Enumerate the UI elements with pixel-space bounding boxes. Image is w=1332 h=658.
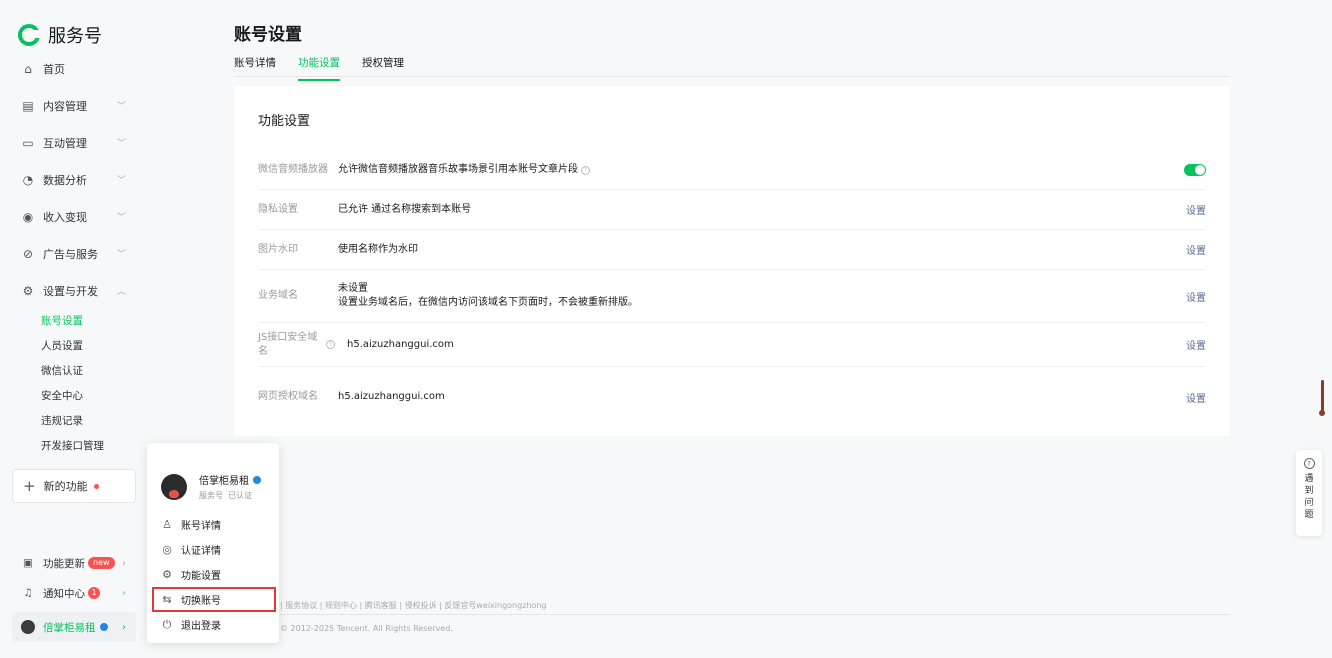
setting-row-oauth-domain: 网页授权域名 h5.aizuzhanggui.com 设置 bbox=[258, 390, 1206, 405]
chevron-down-icon: ﹀ bbox=[116, 139, 126, 149]
new-function-button[interactable]: + 新的功能 bbox=[12, 469, 136, 503]
sidebar-subitem-staff[interactable]: 人员设置 bbox=[0, 334, 148, 359]
sidebar-item-content[interactable]: ▤ 内容管理 ﹀ bbox=[0, 87, 148, 124]
income-icon: ◉ bbox=[22, 209, 34, 224]
popup-account-name: 倍掌柜易租 bbox=[199, 476, 249, 487]
chevron-down-icon: ﹀ bbox=[116, 102, 126, 112]
menu-item-function-settings[interactable]: ⚙ 功能设置 bbox=[147, 562, 279, 587]
notification-count-badge: 1 bbox=[88, 587, 100, 599]
scrollbar-thumb-end bbox=[1319, 410, 1325, 416]
footer-copyright: © 2012-2025 Tencent. All Rights Reserved… bbox=[280, 624, 453, 633]
update-icon: ▣ bbox=[23, 557, 33, 569]
question-icon: ? bbox=[1303, 458, 1315, 469]
avatar bbox=[21, 620, 35, 634]
help-icon[interactable]: ? bbox=[326, 340, 335, 349]
new-dot-badge bbox=[93, 483, 99, 489]
sidebar-item-interaction[interactable]: ▭ 互动管理 ﹀ bbox=[0, 124, 148, 161]
popup-menu-list: ♙ 账号详情 ◎ 认证详情 ⚙ 功能设置 ⇆ 切换账号 ⏻ 退出登录 bbox=[147, 512, 279, 637]
power-icon: ⏻ bbox=[162, 617, 172, 631]
scrollbar-handle[interactable] bbox=[1321, 380, 1324, 414]
sidebar-item-income[interactable]: ◉ 收入变现 ﹀ bbox=[0, 198, 148, 235]
sidebar-item-analytics[interactable]: ◔ 数据分析 ﹀ bbox=[0, 161, 148, 198]
sidebar-subitem-violations[interactable]: 违规记录 bbox=[0, 409, 148, 434]
tab-bar: 账号详情 功能设置 授权管理 bbox=[234, 55, 1230, 81]
menu-item-switch-account[interactable]: ⇆ 切换账号 bbox=[152, 587, 276, 612]
menu-item-logout[interactable]: ⏻ 退出登录 bbox=[147, 612, 279, 637]
sidebar-subitem-account-settings[interactable]: 账号设置 bbox=[0, 309, 148, 334]
function-settings-card: 功能设置 微信音频播放器 允许微信音频播放器音乐故事场景引用本账号文章片段? 隐… bbox=[234, 86, 1230, 436]
audio-player-toggle[interactable] bbox=[1184, 163, 1206, 176]
analytics-icon: ◔ bbox=[22, 172, 34, 187]
setting-row-watermark: 图片水印 使用名称作为水印 设置 bbox=[258, 230, 1206, 270]
chevron-down-icon: ﹀ bbox=[116, 176, 126, 186]
help-icon[interactable]: ? bbox=[581, 165, 590, 175]
bell-icon: ♫ bbox=[23, 587, 33, 599]
sidebar-subitem-verification[interactable]: 微信认证 bbox=[0, 359, 148, 384]
help-float-button[interactable]: ? 遇 到 问 题 bbox=[1296, 450, 1322, 536]
gear-icon: ⚙ bbox=[162, 568, 172, 581]
switch-icon: ⇆ bbox=[162, 593, 172, 606]
card-title: 功能设置 bbox=[258, 114, 311, 129]
setting-row-audio-player: 微信音频播放器 允许微信音频播放器音乐故事场景引用本账号文章片段? bbox=[258, 150, 1206, 190]
ads-icon: ⊘ bbox=[22, 246, 34, 261]
account-popup-menu: 倍掌柜易租 服务号 已认证 ♙ 账号详情 ◎ 认证详情 ⚙ 功能设置 ⇆ 切换账号 ⏻ 退… bbox=[147, 443, 279, 643]
chevron-down-icon: ﹀ bbox=[116, 250, 126, 260]
popup-account-header: 倍掌柜易租 服务号 已认证 bbox=[147, 443, 279, 508]
setting-row-business-domain: 业务域名 未设置 设置业务域名后，在微信内访问该域名下页面时，不会被重新排版。 设… bbox=[258, 270, 1206, 323]
setting-row-js-domain: JS接口安全域名 ? h5.aizuzhanggui.com 设置 bbox=[258, 323, 1206, 367]
home-icon: ⌂ bbox=[24, 61, 32, 76]
settings-submenu: 账号设置 人员设置 微信认证 安全中心 违规记录 开发接口管理 bbox=[0, 309, 148, 459]
chevron-right-icon: › bbox=[122, 587, 126, 599]
verified-icon: ◎ bbox=[162, 543, 172, 556]
tab-function-settings[interactable]: 功能设置 bbox=[298, 55, 340, 81]
settings-icon: ⚙ bbox=[22, 283, 34, 298]
setting-row-privacy: 隐私设置 已允许 通过名称搜索到本账号 设置 bbox=[258, 190, 1206, 230]
sidebar-item-home[interactable]: ⌂ 首页 bbox=[0, 50, 148, 87]
watermark-settings-link[interactable]: 设置 bbox=[1186, 242, 1206, 257]
footer-divider bbox=[280, 614, 1230, 615]
page-title: 账号设置 bbox=[234, 25, 302, 45]
business-domain-settings-link[interactable]: 设置 bbox=[1186, 289, 1206, 304]
verified-icon bbox=[99, 623, 108, 631]
sidebar-item-settings[interactable]: ⚙ 设置与开发 ︿ bbox=[0, 272, 148, 309]
account-switcher[interactable]: 倍掌柜易租 › bbox=[12, 612, 136, 642]
privacy-settings-link[interactable]: 设置 bbox=[1186, 202, 1206, 217]
verified-icon bbox=[253, 475, 261, 484]
logo-icon bbox=[18, 24, 40, 46]
chevron-up-icon: ︿ bbox=[116, 287, 126, 297]
chevron-right-icon: › bbox=[122, 557, 126, 569]
document-icon: ▤ bbox=[22, 98, 34, 113]
feature-updates-item[interactable]: ▣ 功能更新 new › bbox=[12, 548, 136, 578]
tab-authorization[interactable]: 授权管理 bbox=[362, 55, 404, 76]
new-badge: new bbox=[88, 557, 115, 569]
chevron-down-icon: ﹀ bbox=[116, 213, 126, 223]
brand-name: 服务号 bbox=[48, 26, 102, 47]
chevron-right-icon: › bbox=[122, 621, 126, 633]
main-content: 账号设置 账号详情 功能设置 授权管理 功能设置 微信音频播放器 允许微信音频播… bbox=[234, 0, 1230, 436]
brand-logo[interactable]: 服务号 bbox=[0, 0, 148, 50]
tab-account-details[interactable]: 账号详情 bbox=[234, 55, 276, 76]
notification-center-item[interactable]: ♫ 通知中心 1 › bbox=[12, 578, 136, 608]
sidebar-subitem-security[interactable]: 安全中心 bbox=[0, 384, 148, 409]
sidebar-bottom: ▣ 功能更新 new › ♫ 通知中心 1 › 倍掌柜易租 › bbox=[12, 548, 136, 642]
sidebar-subitem-dev-api[interactable]: 开发接口管理 bbox=[0, 434, 148, 459]
menu-item-verification-details[interactable]: ◎ 认证详情 bbox=[147, 537, 279, 562]
avatar bbox=[161, 473, 187, 500]
footer-links[interactable]: | 服务协议 | 规则中心 | 腾讯客服 | 侵权投诉 | 反馈官号weixin… bbox=[280, 600, 547, 611]
js-domain-settings-link[interactable]: 设置 bbox=[1186, 337, 1206, 352]
plus-icon: + bbox=[23, 477, 36, 495]
chat-icon: ▭ bbox=[22, 135, 34, 150]
sidebar-item-ads[interactable]: ⊘ 广告与服务 ﹀ bbox=[0, 235, 148, 272]
user-icon: ♙ bbox=[162, 518, 172, 531]
menu-item-account-details[interactable]: ♙ 账号详情 bbox=[147, 512, 279, 537]
oauth-domain-settings-link[interactable]: 设置 bbox=[1186, 390, 1206, 405]
sidebar-nav: ⌂ 首页 ▤ 内容管理 ﹀ ▭ 互动管理 ﹀ ◔ 数据分析 ﹀ ◉ 收入变现 ﹀ ⊘ 广告与服务 ﹀ … bbox=[0, 50, 148, 309]
